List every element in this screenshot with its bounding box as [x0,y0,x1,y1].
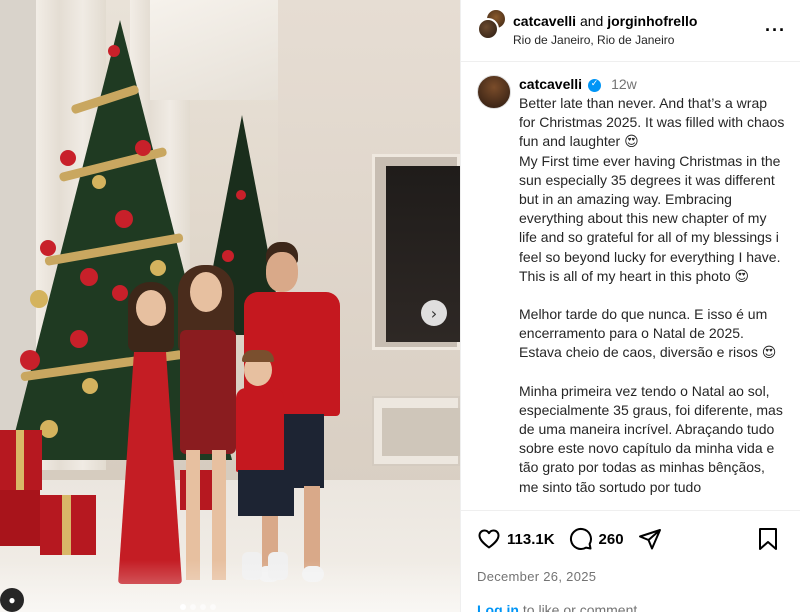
comment-icon [569,527,592,550]
user-icon: ● [8,593,16,607]
caption-body: catcavelli ✓ 12w Better late than never.… [519,75,785,510]
person-boy-hair [242,350,274,362]
gift-ribbon [62,495,71,555]
ornament [115,210,133,228]
login-prompt: Log in to like or comment. [477,602,785,612]
post-side-panel: catcavelli and jorginhofrello Rio de Jan… [460,0,800,612]
caption-paragraph: Melhor tarde do que nunca. E isso é um e… [519,306,777,361]
person-boy-shorts [238,470,294,516]
ornament [40,240,56,256]
gift-ribbon [16,430,24,490]
header-names: catcavelli and jorginhofrello [513,12,765,31]
gift-box [0,490,40,546]
caption-meta: catcavelli ✓ 12w [519,75,785,95]
login-link[interactable]: Log in [477,602,519,612]
coauthor-username-link[interactable]: jorginhofrello [607,13,697,29]
comment-button[interactable]: 260 [569,527,624,551]
ornament [80,268,98,286]
author-avatar[interactable] [477,17,499,40]
post-date[interactable]: December 26, 2025 [477,569,785,584]
fireplace-opening [382,408,460,456]
ornament [150,260,166,276]
share-button[interactable] [638,527,668,551]
person-man-leg [304,486,320,570]
carousel-dot [200,604,206,610]
header-avatars[interactable] [477,7,507,44]
ornament [92,175,106,189]
action-bar: 113.1K 260 December 26, 2025 Log in to l… [461,510,800,612]
floor-reflection [0,560,460,612]
ornament [70,330,88,348]
caption-avatar[interactable] [477,75,511,109]
ornament [112,285,128,301]
ornament [30,290,48,308]
carousel-dot [180,604,186,610]
ornament [20,350,40,370]
ornament [135,140,151,156]
like-button[interactable]: 113.1K [477,527,555,551]
ornament [82,378,98,394]
header-text: catcavelli and jorginhofrello Rio de Jan… [513,12,765,50]
carousel-dot [210,604,216,610]
carousel-dot [190,604,196,610]
carousel-dots [180,604,216,610]
post-photo[interactable]: › ● [0,0,460,612]
caption-username-link[interactable]: catcavelli [519,75,582,94]
person-woman-face [190,272,222,312]
ornament [222,250,234,262]
verified-badge-icon: ✓ [588,78,602,92]
location-link[interactable]: Rio de Janeiro, Rio de Janeiro [513,31,765,50]
ornament [60,150,76,166]
heart-icon [478,529,500,549]
send-icon [638,529,661,550]
save-button[interactable] [757,527,785,551]
author-username-link[interactable]: catcavelli [513,13,576,29]
like-count: 113.1K [507,530,555,548]
person-woman-outfit [180,330,236,454]
caption-paragraph: Minha primeira vez tendo o Natal ao sol,… [519,382,787,495]
tagged-people-button[interactable]: ● [0,588,24,612]
comment-count: 260 [598,530,624,548]
person-man-face [266,252,298,292]
caption-section: catcavelli ✓ 12w Better late than never.… [461,63,800,510]
caption-timestamp[interactable]: 12w [611,75,637,94]
ornament [236,190,246,200]
ornament [40,420,58,438]
more-options-icon[interactable]: ··· [765,20,786,41]
person-boy-shirt [236,388,284,472]
login-prompt-text: to like or comment. [519,602,642,612]
person-girl-face [136,290,166,326]
action-row: 113.1K 260 [477,523,785,555]
caption-paragraph: Better late than never. And that’s a wra… [519,95,785,284]
chevron-right-icon: › [430,303,438,323]
bookmark-icon [759,528,777,550]
ornament [108,45,120,57]
next-slide-button[interactable]: › [421,300,447,326]
post-header: catcavelli and jorginhofrello Rio de Jan… [461,0,800,62]
and-text: and [579,12,604,29]
